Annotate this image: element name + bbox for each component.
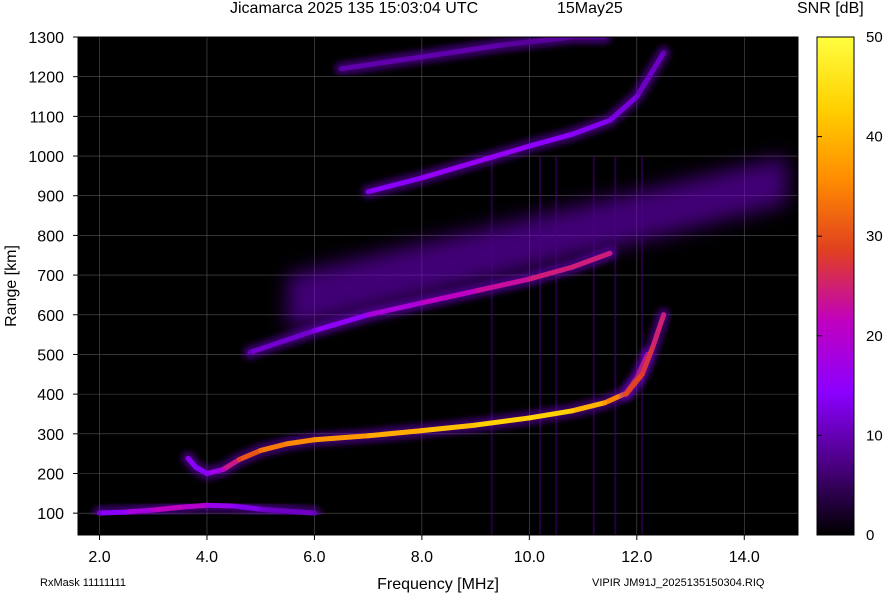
trace-point [231, 503, 237, 509]
y-tick-label: 200 [37, 466, 64, 483]
trace-point [500, 42, 505, 48]
trace-point [634, 94, 640, 99]
trace-point [312, 510, 317, 516]
trace-point [607, 251, 613, 256]
ionogram-chart: 2.0 4.0 6.0 8.0 10.0 12.0 14.01002003004005006… [3, 29, 883, 593]
y-tick-label: 100 [37, 506, 64, 523]
trace-point [204, 503, 210, 508]
x-tick-label: 14.0 [729, 549, 760, 566]
trace-point [473, 422, 478, 428]
y-tick-label: 1000 [28, 149, 64, 166]
trace-segment [96, 509, 129, 516]
trace-point [419, 300, 425, 306]
trace-point [220, 467, 226, 472]
trace-point [312, 437, 317, 442]
x-tick-label: 10.0 [514, 549, 545, 566]
y-axis-label: Range [km] [3, 245, 20, 327]
y-tick-label: 400 [37, 387, 64, 404]
trace-point [661, 312, 666, 317]
x-axis-label: Frequency [MHz] [377, 576, 499, 593]
trace-point [97, 510, 102, 516]
trace-segment [204, 502, 237, 509]
trace-point [258, 448, 263, 453]
trace-segment [231, 503, 264, 512]
trace-point [151, 507, 156, 513]
y-tick-label: 900 [37, 189, 64, 206]
colorbar-tick-label: 40 [866, 129, 883, 146]
trace-point [258, 507, 263, 512]
trace-point [365, 189, 371, 194]
trace-point [312, 328, 317, 333]
colorbar-tick-label: 50 [866, 29, 883, 46]
trace-point [623, 391, 629, 397]
trace-point [527, 276, 532, 282]
colorbar-tick-label: 10 [866, 427, 883, 444]
x-tick-label: 2.0 [88, 549, 110, 566]
trace-point [527, 415, 532, 421]
trace-point [124, 509, 129, 515]
trace-point [247, 350, 253, 355]
colorbar-tick-label: 30 [866, 228, 883, 245]
trace-point [602, 400, 607, 406]
trace-segment [123, 507, 156, 515]
trace-point [204, 471, 210, 476]
trace-point [661, 50, 666, 56]
y-tick-label: 1100 [30, 109, 65, 126]
trace-point [236, 457, 242, 462]
y-tick-label: 700 [37, 268, 64, 285]
trace-point [650, 344, 656, 349]
trace-point [365, 433, 371, 438]
trace-point [177, 505, 183, 510]
trace-point [419, 428, 425, 433]
file-label: VIPIR JM91J_2025135150304.RIQ [592, 577, 765, 589]
y-tick-label: 1200 [28, 70, 64, 87]
colorbar-tick-label: 20 [866, 328, 883, 345]
trace-point [473, 288, 478, 294]
y-tick-label: 500 [37, 347, 64, 364]
x-tick-label: 6.0 [303, 549, 325, 566]
trace-point [194, 465, 199, 470]
colorbar-tick-label: 0 [866, 527, 874, 544]
trace-point [639, 372, 645, 377]
trace-segment [177, 502, 210, 510]
trace-point [473, 159, 478, 165]
y-tick-label: 300 [37, 427, 64, 444]
trace-point [285, 441, 290, 446]
trace-point [570, 264, 575, 270]
y-tick-label: 1300 [28, 30, 64, 47]
trace-point [527, 143, 532, 149]
x-tick-label: 12.0 [621, 549, 652, 566]
rxmask-label: RxMask 11111111 [40, 577, 127, 589]
y-tick-label: 600 [37, 308, 64, 325]
trace-point [365, 312, 371, 317]
trace-segment [150, 504, 183, 513]
trace-point [419, 175, 425, 181]
trace-point [185, 456, 191, 461]
x-tick-label: 8.0 [411, 549, 433, 566]
y-tick-label: 800 [37, 228, 64, 245]
trace-point [419, 54, 425, 60]
trace-point [570, 408, 575, 413]
trace-point [607, 118, 613, 123]
trace-point [570, 132, 575, 137]
trace-point [339, 66, 344, 71]
x-tick-label: 4.0 [196, 549, 218, 566]
colorbar [816, 36, 855, 536]
